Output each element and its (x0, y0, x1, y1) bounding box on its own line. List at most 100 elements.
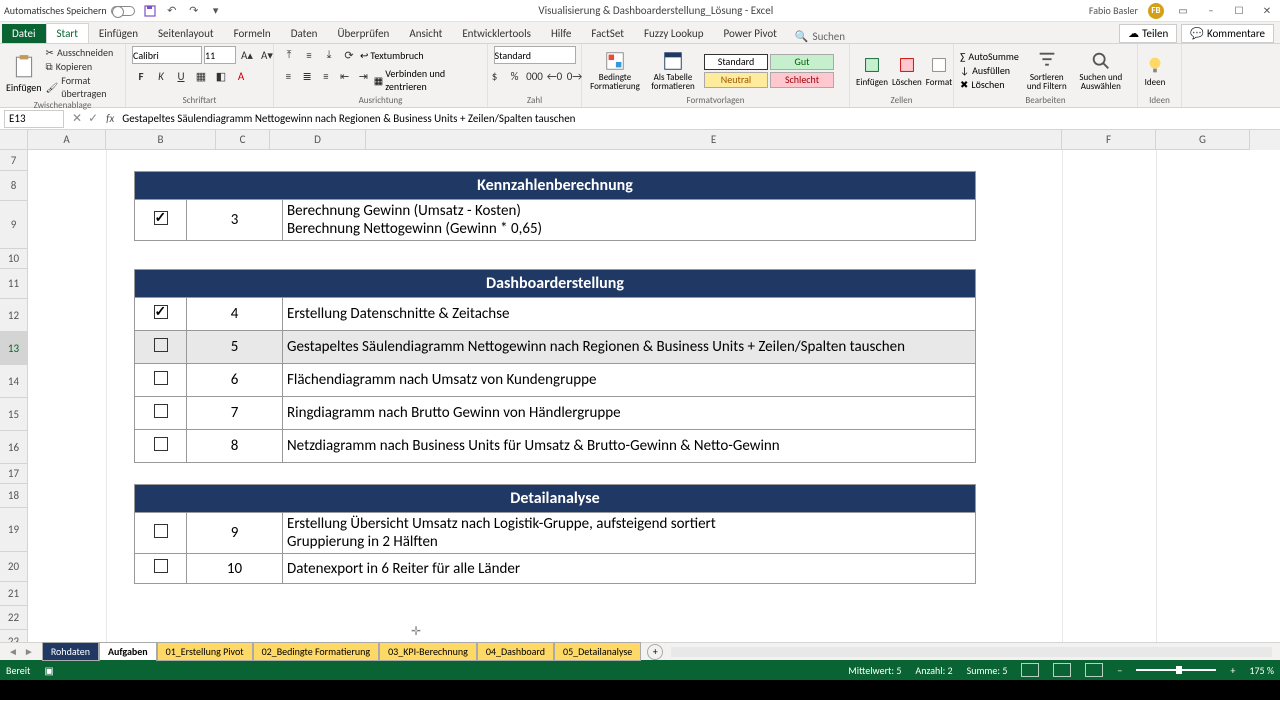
tab-formulas[interactable]: Formeln (224, 24, 281, 43)
sheet-tab-03[interactable]: 03_KPI-Berechnung (379, 642, 477, 661)
font-name-select[interactable] (132, 46, 202, 64)
row-header[interactable]: 23 (0, 630, 28, 642)
row-header[interactable]: 16 (0, 431, 28, 464)
row-header[interactable]: 7 (0, 150, 28, 171)
cut-button[interactable]: ✂Ausschneiden (46, 46, 119, 59)
checkbox[interactable] (154, 338, 168, 352)
redo-icon[interactable]: ↷ (187, 4, 201, 18)
task-text[interactable]: Datenexport in 6 Reiter für alle Länder (283, 554, 976, 584)
copy-button[interactable]: ⧉Kopieren (46, 60, 119, 73)
autosum-button[interactable]: ∑AutoSumme (960, 50, 1019, 63)
row-header[interactable]: 9 (0, 201, 28, 249)
task-num[interactable]: 8 (187, 430, 283, 463)
tell-me-search[interactable]: 🔍 Suchen (795, 30, 845, 43)
save-icon[interactable] (143, 4, 157, 18)
comma-icon[interactable]: 000 (526, 67, 544, 85)
row-header[interactable]: 14 (0, 365, 28, 398)
task-num[interactable]: 10 (187, 554, 283, 584)
zoom-slider[interactable] (1136, 669, 1216, 671)
col-header-d[interactable]: D (270, 130, 366, 150)
font-size-select[interactable] (204, 46, 236, 64)
row-header[interactable]: 8 (0, 171, 28, 201)
task-text[interactable]: Berechnung Gewinn (Umsatz - Kosten)Berec… (283, 200, 976, 241)
number-format-select[interactable] (494, 46, 576, 64)
sort-filter-button[interactable]: Sortieren und Filtern (1023, 50, 1071, 91)
border-button[interactable]: ▦ (192, 67, 210, 85)
task-num[interactable]: 5 (187, 331, 283, 364)
underline-button[interactable]: U (172, 67, 190, 85)
row-header[interactable]: 18 (0, 484, 28, 508)
zoom-out-button[interactable]: − (1117, 664, 1122, 677)
close-icon[interactable]: ✕ (1258, 4, 1276, 18)
zoom-in-button[interactable]: + (1230, 664, 1235, 677)
tab-factset[interactable]: FactSet (581, 24, 634, 43)
maximize-icon[interactable]: ☐ (1230, 4, 1248, 18)
task-num[interactable]: 7 (187, 397, 283, 430)
row-header[interactable]: 15 (0, 398, 28, 431)
checkbox[interactable] (154, 524, 168, 538)
delete-cells-button[interactable]: Löschen (892, 54, 922, 88)
align-left-icon[interactable]: ≡ (280, 67, 297, 85)
zoom-level[interactable]: 175 % (1249, 664, 1274, 677)
align-center-icon[interactable]: ≣ (299, 67, 316, 85)
tab-developer[interactable]: Entwicklertools (452, 24, 541, 43)
checkbox[interactable] (154, 437, 168, 451)
cond-format-button[interactable]: Bedingte Formatierung (588, 50, 642, 91)
minimize-icon[interactable]: − (1202, 4, 1220, 18)
row-header[interactable]: 20 (0, 552, 28, 582)
col-header-e[interactable]: E (366, 130, 1062, 150)
comments-button[interactable]: 💬Kommentare (1181, 24, 1274, 43)
qat-dropdown-icon[interactable]: ▾ (209, 4, 223, 18)
tab-pagelayout[interactable]: Seitenlayout (148, 24, 224, 43)
format-painter-button[interactable]: 🖌Format übertragen (46, 74, 119, 100)
sheet-tab-rohdaten[interactable]: Rohdaten (42, 642, 99, 661)
undo-icon[interactable]: ↶ (165, 4, 179, 18)
spreadsheet-grid[interactable]: A B C D E F G 7 8 9 10 11 12 13 14 15 16… (0, 130, 1280, 642)
insert-cells-button[interactable]: Einfügen (856, 54, 888, 88)
tab-start[interactable]: Start (46, 23, 89, 43)
clear-button[interactable]: ✖Löschen (960, 78, 1019, 91)
currency-icon[interactable]: $ (486, 67, 504, 85)
task-text[interactable]: Gestapeltes Säulendiagramm Nettogewinn n… (283, 331, 976, 364)
autosave-toggle[interactable]: Automatisches Speichern (4, 4, 135, 17)
increase-font-icon[interactable]: A▴ (238, 46, 256, 64)
tab-review[interactable]: Überprüfen (327, 24, 399, 43)
style-neutral[interactable]: Neutral (704, 72, 768, 88)
task-text[interactable]: Erstellung Datenschnitte & Zeitachse (283, 298, 976, 331)
ideas-button[interactable]: Ideen (1144, 54, 1166, 88)
task-num[interactable]: 4 (187, 298, 283, 331)
tab-help[interactable]: Hilfe (541, 24, 581, 43)
row-header[interactable]: 10 (0, 249, 28, 269)
row-header[interactable]: 11 (0, 269, 28, 299)
checkbox[interactable] (154, 559, 168, 573)
task-text[interactable]: Erstellung Übersicht Umsatz nach Logisti… (283, 513, 976, 554)
tab-data[interactable]: Daten (281, 24, 328, 43)
col-header-a[interactable]: A (28, 130, 106, 150)
col-header-g[interactable]: G (1156, 130, 1250, 150)
indent-inc-icon[interactable]: ⇥ (355, 67, 372, 85)
sheet-tab-01[interactable]: 01_Erstellung Pivot (157, 642, 253, 661)
add-sheet-button[interactable]: + (647, 644, 663, 660)
style-schlecht[interactable]: Schlecht (770, 72, 834, 88)
row-header[interactable]: 21 (0, 582, 28, 606)
checkbox[interactable] (154, 371, 168, 385)
formula-bar[interactable]: Gestapeltes Säulendiagramm Nettogewinn n… (118, 112, 1280, 125)
row-header[interactable]: 13 (0, 332, 28, 365)
checkbox[interactable] (154, 404, 168, 418)
ribbon-display-icon[interactable]: ▭ (1174, 4, 1192, 18)
dec-inc-icon[interactable]: ←0 (546, 67, 564, 85)
sheet-tab-04[interactable]: 04_Dashboard (477, 642, 554, 661)
checkbox[interactable] (154, 211, 168, 225)
task-num[interactable]: 3 (187, 200, 283, 241)
italic-button[interactable]: K (152, 67, 170, 85)
select-all-corner[interactable] (0, 130, 28, 150)
cancel-formula-icon[interactable]: ✕ (72, 111, 82, 126)
fill-button[interactable]: ↓Ausfüllen (960, 64, 1019, 77)
align-top-icon[interactable]: ⤒ (280, 46, 298, 64)
view-normal-icon[interactable] (1021, 663, 1039, 677)
font-color-button[interactable]: A (232, 67, 250, 85)
task-num[interactable]: 6 (187, 364, 283, 397)
fill-color-button[interactable]: ◧ (212, 67, 230, 85)
tab-powerpivot[interactable]: Power Pivot (713, 24, 786, 43)
row-header[interactable]: 19 (0, 508, 28, 552)
